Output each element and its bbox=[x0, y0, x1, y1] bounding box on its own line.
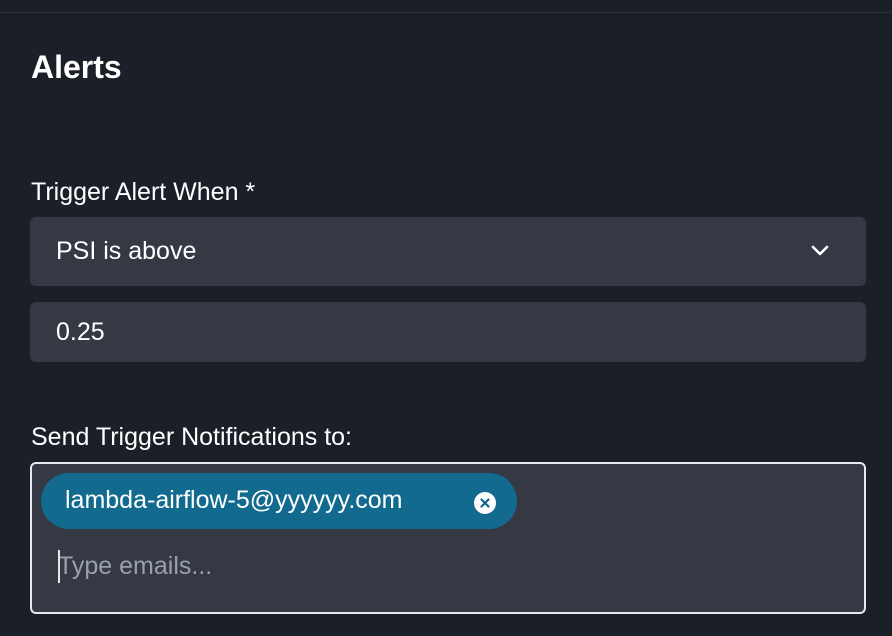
email-chip-label: lambda-airflow-5@yyyyyy.com bbox=[65, 486, 403, 514]
email-recipients-field[interactable]: lambda-airflow-5@yyyyyy.com bbox=[30, 462, 866, 614]
trigger-alert-label: Trigger Alert When * bbox=[31, 178, 256, 206]
trigger-condition-select[interactable]: PSI is above bbox=[30, 217, 866, 286]
email-chip[interactable]: lambda-airflow-5@yyyyyy.com bbox=[41, 473, 517, 529]
text-cursor bbox=[58, 550, 60, 583]
trigger-condition-value: PSI is above bbox=[56, 237, 197, 265]
email-input[interactable] bbox=[58, 548, 818, 584]
alerts-panel: Alerts Trigger Alert When * PSI is above… bbox=[0, 0, 892, 636]
notifications-label: Send Trigger Notifications to: bbox=[31, 423, 352, 451]
close-circle-icon[interactable] bbox=[474, 492, 496, 514]
top-divider bbox=[0, 12, 892, 13]
chevron-down-icon bbox=[810, 243, 830, 259]
threshold-input[interactable] bbox=[30, 302, 866, 362]
section-title: Alerts bbox=[31, 49, 122, 85]
